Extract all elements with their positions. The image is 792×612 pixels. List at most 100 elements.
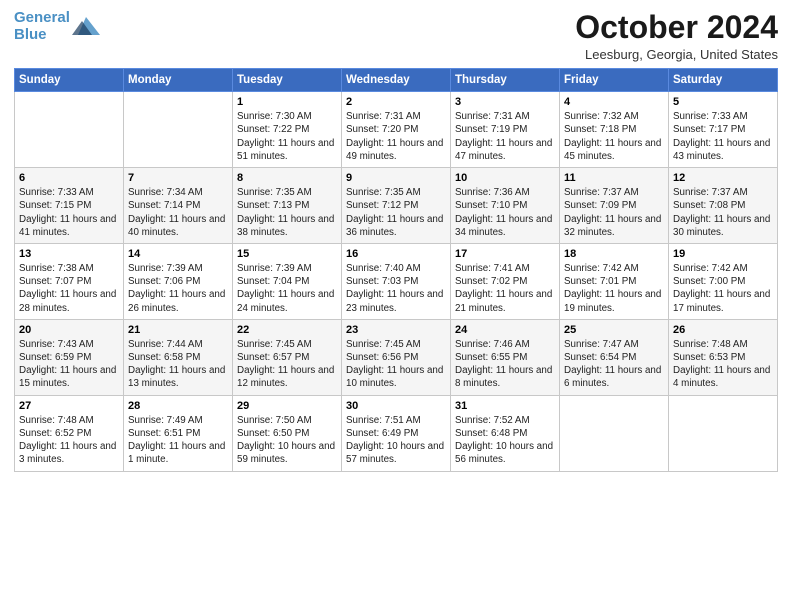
day-number: 2 [346, 96, 446, 108]
day-cell: 19 Sunrise: 7:42 AM Sunset: 7:00 PM Dayli… [669, 243, 778, 319]
weekday-sunday: Sunday [15, 69, 124, 92]
day-cell: 13 Sunrise: 7:38 AM Sunset: 7:07 PM Dayli… [15, 243, 124, 319]
day-number: 27 [19, 400, 119, 412]
day-info: Sunrise: 7:45 AM Sunset: 6:56 PM Dayligh… [346, 338, 446, 391]
day-cell: 21Sunrise: 7:44 AM Sunset: 6:58 PM Dayli… [124, 319, 233, 395]
day-info: Sunrise: 7:33 AM Sunset: 7:15 PM Dayligh… [19, 186, 119, 239]
day-cell: 5 Sunrise: 7:33 AM Sunset: 7:17 PM Daylig… [669, 92, 778, 168]
day-info: Sunrise: 7:40 AM Sunset: 7:03 PM Dayligh… [346, 262, 446, 315]
day-cell: 25Sunrise: 7:47 AM Sunset: 6:54 PM Dayli… [560, 319, 669, 395]
day-number: 22 [237, 324, 337, 336]
header: General Blue October 2024 Leesburg, Geor… [14, 10, 778, 62]
day-cell: 20 Sunrise: 7:43 AM Sunset: 6:59 PM Dayli… [15, 319, 124, 395]
day-cell: 10 Sunrise: 7:36 AM Sunset: 7:10 PM Dayli… [451, 168, 560, 244]
day-number: 1 [237, 96, 337, 108]
day-cell: 30 Sunrise: 7:51 AM Sunset: 6:49 PM Dayli… [342, 395, 451, 471]
day-number: 16 [346, 248, 446, 260]
day-cell: 24 Sunrise: 7:46 AM Sunset: 6:55 PM Dayli… [451, 319, 560, 395]
day-info: Sunrise: 7:48 AM Sunset: 6:53 PM Dayligh… [673, 338, 773, 391]
day-number: 7 [128, 172, 228, 184]
day-cell [560, 395, 669, 471]
day-number: 20 [19, 324, 119, 336]
week-row-1: 1 Sunrise: 7:30 AM Sunset: 7:22 PM Daylig… [15, 92, 778, 168]
day-info: Sunrise: 7:37 AM Sunset: 7:08 PM Dayligh… [673, 186, 773, 239]
day-cell: 26Sunrise: 7:48 AM Sunset: 6:53 PM Dayli… [669, 319, 778, 395]
day-cell: 12 Sunrise: 7:37 AM Sunset: 7:08 PM Dayli… [669, 168, 778, 244]
title-block: October 2024 Leesburg, Georgia, United S… [575, 10, 778, 62]
day-number: 23 [346, 324, 446, 336]
day-cell: 18 Sunrise: 7:42 AM Sunset: 7:01 PM Dayli… [560, 243, 669, 319]
month-title: October 2024 [575, 10, 778, 45]
day-cell: 2 Sunrise: 7:31 AM Sunset: 7:20 PM Daylig… [342, 92, 451, 168]
day-cell: 14 Sunrise: 7:39 AM Sunset: 7:06 PM Dayli… [124, 243, 233, 319]
day-cell: 1 Sunrise: 7:30 AM Sunset: 7:22 PM Daylig… [233, 92, 342, 168]
day-number: 13 [19, 248, 119, 260]
day-info: Sunrise: 7:39 AM Sunset: 7:06 PM Dayligh… [128, 262, 228, 315]
weekday-friday: Friday [560, 69, 669, 92]
day-number: 11 [564, 172, 664, 184]
calendar: SundayMondayTuesdayWednesdayThursdayFrid… [14, 68, 778, 471]
day-cell: 28 Sunrise: 7:49 AM Sunset: 6:51 PM Dayli… [124, 395, 233, 471]
day-cell: 31Sunrise: 7:52 AM Sunset: 6:48 PM Dayli… [451, 395, 560, 471]
weekday-thursday: Thursday [451, 69, 560, 92]
day-number: 30 [346, 400, 446, 412]
day-number: 3 [455, 96, 555, 108]
day-number: 6 [19, 172, 119, 184]
day-info: Sunrise: 7:35 AM Sunset: 7:12 PM Dayligh… [346, 186, 446, 239]
logo: General Blue [14, 10, 100, 43]
day-number: 18 [564, 248, 664, 260]
day-info: Sunrise: 7:42 AM Sunset: 7:00 PM Dayligh… [673, 262, 773, 315]
day-number: 10 [455, 172, 555, 184]
day-number: 19 [673, 248, 773, 260]
day-cell: 29 Sunrise: 7:50 AM Sunset: 6:50 PM Dayli… [233, 395, 342, 471]
logo-blue: Blue [14, 26, 47, 43]
day-info: Sunrise: 7:41 AM Sunset: 7:02 PM Dayligh… [455, 262, 555, 315]
day-info: Sunrise: 7:49 AM Sunset: 6:51 PM Dayligh… [128, 414, 228, 467]
day-number: 14 [128, 248, 228, 260]
day-cell: 6 Sunrise: 7:33 AM Sunset: 7:15 PM Daylig… [15, 168, 124, 244]
week-row-3: 13 Sunrise: 7:38 AM Sunset: 7:07 PM Dayli… [15, 243, 778, 319]
day-number: 15 [237, 248, 337, 260]
day-info: Sunrise: 7:48 AM Sunset: 6:52 PM Dayligh… [19, 414, 119, 467]
logo-text: General Blue [14, 10, 70, 43]
day-info: Sunrise: 7:31 AM Sunset: 7:19 PM Dayligh… [455, 110, 555, 163]
day-info: Sunrise: 7:31 AM Sunset: 7:20 PM Dayligh… [346, 110, 446, 163]
day-info: Sunrise: 7:44 AM Sunset: 6:58 PM Dayligh… [128, 338, 228, 391]
day-info: Sunrise: 7:33 AM Sunset: 7:17 PM Dayligh… [673, 110, 773, 163]
day-cell [669, 395, 778, 471]
day-cell: 8Sunrise: 7:35 AM Sunset: 7:13 PM Daylig… [233, 168, 342, 244]
day-number: 17 [455, 248, 555, 260]
day-info: Sunrise: 7:43 AM Sunset: 6:59 PM Dayligh… [19, 338, 119, 391]
day-number: 24 [455, 324, 555, 336]
day-cell: 15 Sunrise: 7:39 AM Sunset: 7:04 PM Dayli… [233, 243, 342, 319]
day-info: Sunrise: 7:30 AM Sunset: 7:22 PM Dayligh… [237, 110, 337, 163]
weekday-monday: Monday [124, 69, 233, 92]
day-cell: 7Sunrise: 7:34 AM Sunset: 7:14 PM Daylig… [124, 168, 233, 244]
day-info: Sunrise: 7:36 AM Sunset: 7:10 PM Dayligh… [455, 186, 555, 239]
day-number: 29 [237, 400, 337, 412]
day-number: 5 [673, 96, 773, 108]
day-info: Sunrise: 7:38 AM Sunset: 7:07 PM Dayligh… [19, 262, 119, 315]
day-info: Sunrise: 7:46 AM Sunset: 6:55 PM Dayligh… [455, 338, 555, 391]
day-info: Sunrise: 7:42 AM Sunset: 7:01 PM Dayligh… [564, 262, 664, 315]
location: Leesburg, Georgia, United States [575, 47, 778, 62]
day-info: Sunrise: 7:51 AM Sunset: 6:49 PM Dayligh… [346, 414, 446, 467]
day-info: Sunrise: 7:39 AM Sunset: 7:04 PM Dayligh… [237, 262, 337, 315]
day-info: Sunrise: 7:32 AM Sunset: 7:18 PM Dayligh… [564, 110, 664, 163]
day-info: Sunrise: 7:45 AM Sunset: 6:57 PM Dayligh… [237, 338, 337, 391]
day-info: Sunrise: 7:47 AM Sunset: 6:54 PM Dayligh… [564, 338, 664, 391]
day-number: 12 [673, 172, 773, 184]
day-cell: 23 Sunrise: 7:45 AM Sunset: 6:56 PM Dayli… [342, 319, 451, 395]
week-row-4: 20 Sunrise: 7:43 AM Sunset: 6:59 PM Dayli… [15, 319, 778, 395]
day-number: 28 [128, 400, 228, 412]
day-cell: 17 Sunrise: 7:41 AM Sunset: 7:02 PM Dayli… [451, 243, 560, 319]
day-info: Sunrise: 7:50 AM Sunset: 6:50 PM Dayligh… [237, 414, 337, 467]
day-number: 8 [237, 172, 337, 184]
week-row-5: 27 Sunrise: 7:48 AM Sunset: 6:52 PM Dayli… [15, 395, 778, 471]
day-number: 4 [564, 96, 664, 108]
day-cell [15, 92, 124, 168]
day-cell: 3 Sunrise: 7:31 AM Sunset: 7:19 PM Daylig… [451, 92, 560, 168]
day-number: 9 [346, 172, 446, 184]
weekday-wednesday: Wednesday [342, 69, 451, 92]
page: General Blue October 2024 Leesburg, Geor… [0, 0, 792, 612]
